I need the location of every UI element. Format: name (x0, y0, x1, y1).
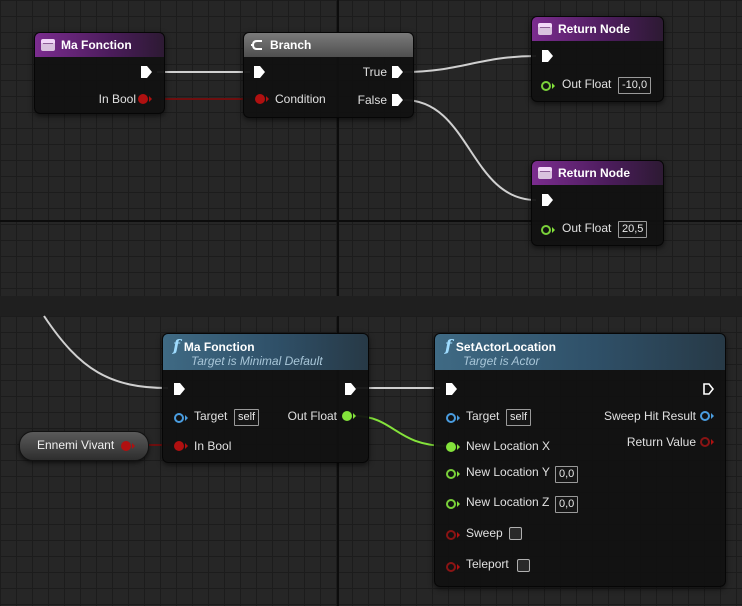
set-actor-location-node[interactable]: f SetActorLocation Target is Actor Target… (434, 333, 726, 587)
new-location-x-pin[interactable] (446, 442, 456, 452)
function-entry-node[interactable]: Ma Fonction In Bool (34, 32, 165, 114)
pin-arrow (457, 564, 460, 570)
pin-arrow (457, 501, 460, 507)
new-location-y-label: New Location Y (466, 465, 550, 479)
pin-arrow (149, 96, 152, 102)
node-title: SetActorLocation (455, 340, 556, 354)
node-title: Branch (270, 38, 312, 52)
node-header: Return Node (532, 161, 663, 185)
in-bool-label: In Bool (98, 92, 136, 106)
variable-label: Ennemi Vivant (37, 438, 115, 452)
out-float-pin[interactable] (541, 225, 551, 235)
sweep-hit-result-pin[interactable] (700, 411, 710, 421)
target-pin[interactable] (446, 413, 456, 423)
in-bool-label: In Bool (194, 439, 232, 453)
node-title: Return Node (558, 166, 630, 180)
out-float-value[interactable]: -10,0 (618, 77, 652, 94)
pin-arrow (552, 83, 555, 89)
pin-arrow (457, 415, 460, 421)
node-header: Ma Fonction (35, 33, 164, 57)
exec-in-pin[interactable] (254, 66, 265, 78)
return-value-pin[interactable] (700, 437, 710, 447)
teleport-pin[interactable] (446, 562, 456, 572)
out-float-pin[interactable] (541, 81, 551, 91)
pin-arrow (266, 96, 269, 102)
teleport-label: Teleport (466, 557, 509, 571)
panel-separator (0, 296, 742, 316)
node-title: Return Node (558, 22, 630, 36)
out-float-label: Out Float (562, 221, 612, 235)
target-label: Target (466, 409, 500, 423)
new-location-y-value[interactable]: 0,0 (555, 466, 579, 483)
pin-arrow (185, 415, 188, 421)
exec-in-pin[interactable] (446, 383, 457, 395)
pin-arrow (457, 444, 460, 450)
target-label: Target (194, 409, 228, 423)
target-value[interactable]: self (234, 409, 260, 426)
function-entry-icon (538, 23, 552, 35)
function-icon: f (173, 336, 180, 355)
out-float-label: Out Float (287, 409, 337, 423)
new-location-z-label: New Location Z (466, 495, 550, 509)
exec-in-pin[interactable] (174, 383, 185, 395)
pin-arrow (711, 413, 714, 419)
exec-in-pin[interactable] (542, 50, 553, 62)
exec-out-pin[interactable] (141, 66, 152, 78)
sweep-checkbox[interactable] (509, 527, 522, 540)
variable-getter-node[interactable]: Ennemi Vivant (19, 431, 149, 461)
node-title: Ma Fonction (183, 340, 255, 354)
new-location-x-label: New Location X (466, 439, 551, 453)
in-bool-pin[interactable] (174, 441, 184, 451)
sweep-pin[interactable] (446, 530, 456, 540)
pin-arrow (552, 227, 555, 233)
sweep-hit-result-label: Sweep Hit Result (603, 409, 696, 423)
function-call-node[interactable]: f Ma Fonction Target is Minimal Default T… (162, 333, 369, 463)
function-entry-icon (538, 167, 552, 179)
branch-icon (251, 40, 262, 50)
function-entry-icon (41, 39, 55, 51)
node-subtitle: Target is Minimal Default (191, 354, 323, 368)
branch-node[interactable]: Branch Condition True False (243, 32, 414, 118)
out-float-label: Out Float (562, 77, 612, 91)
exec-out-pin[interactable] (703, 383, 714, 395)
new-location-z-value[interactable]: 0,0 (555, 496, 579, 513)
function-icon: f (445, 336, 452, 355)
node-header: f SetActorLocation Target is Actor (435, 334, 725, 370)
out-float-pin[interactable] (342, 411, 352, 421)
true-label: True (362, 65, 387, 79)
pin-arrow (185, 443, 188, 449)
node-header: f Ma Fonction Target is Minimal Default (163, 334, 368, 370)
target-value[interactable]: self (506, 409, 532, 426)
pin-arrow (457, 471, 460, 477)
node-header: Branch (244, 33, 413, 57)
pin-arrow (711, 439, 714, 445)
node-subtitle: Target is Actor (463, 354, 540, 368)
new-location-y-pin[interactable] (446, 469, 456, 479)
sweep-label: Sweep (466, 526, 503, 540)
exec-true-pin[interactable] (392, 66, 403, 78)
exec-false-pin[interactable] (392, 94, 403, 106)
condition-pin[interactable] (255, 94, 265, 104)
variable-bool-pin[interactable] (121, 441, 131, 451)
target-pin[interactable] (174, 413, 184, 423)
pin-arrow (353, 413, 356, 419)
out-float-value[interactable]: 20,5 (618, 221, 648, 238)
condition-label: Condition (275, 92, 326, 106)
return-value-label: Return Value (626, 435, 696, 449)
teleport-checkbox[interactable] (517, 559, 530, 572)
false-label: False (357, 93, 387, 107)
return-node[interactable]: Return Node Out Float 20,5 (531, 160, 664, 246)
return-node[interactable]: Return Node Out Float -10,0 (531, 16, 664, 102)
in-bool-pin[interactable] (138, 94, 148, 104)
exec-out-pin[interactable] (345, 383, 356, 395)
exec-in-pin[interactable] (542, 194, 553, 206)
node-title: Ma Fonction (61, 38, 132, 52)
pin-arrow (457, 532, 460, 538)
pin-arrow (132, 443, 135, 449)
node-header: Return Node (532, 17, 663, 41)
new-location-z-pin[interactable] (446, 499, 456, 509)
